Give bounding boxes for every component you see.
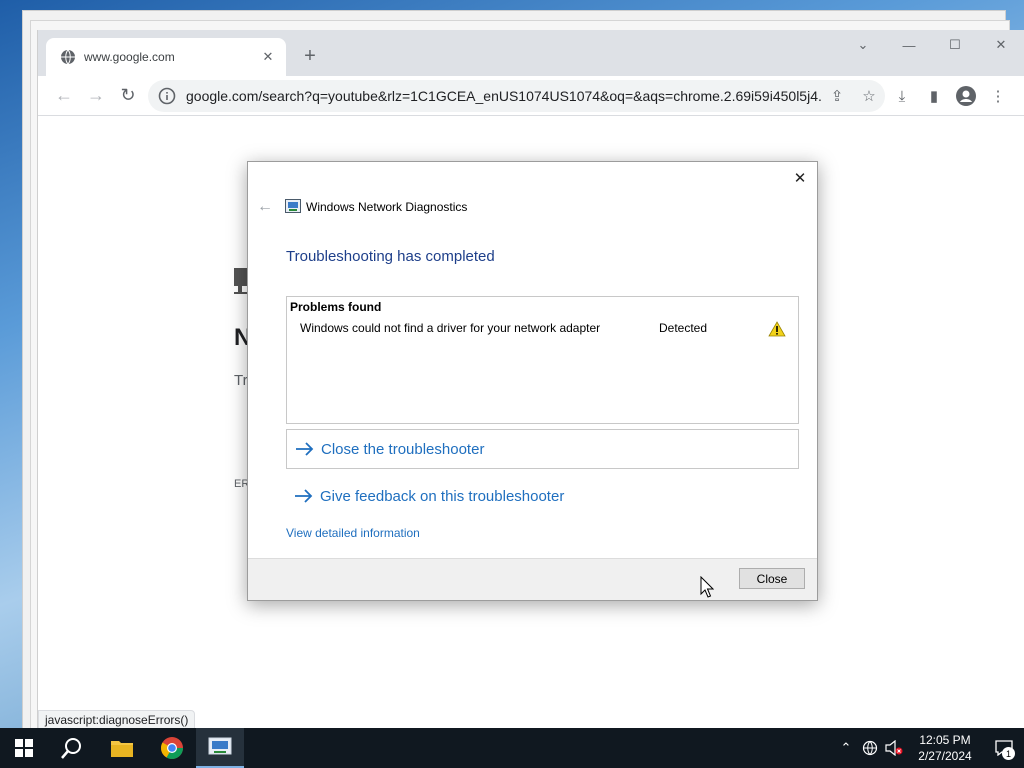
bookmark-star-icon[interactable]: ☆ bbox=[853, 82, 885, 110]
close-window-icon[interactable]: ✕ bbox=[978, 30, 1024, 60]
browser-toolbar: ← → ↻ google.com/search?q=youtube&rlz=1C… bbox=[38, 76, 1024, 116]
arrow-right-icon bbox=[296, 442, 314, 456]
volume-muted-icon[interactable] bbox=[882, 728, 906, 768]
maximize-icon[interactable]: ☐ bbox=[932, 30, 978, 60]
folder-icon bbox=[111, 741, 133, 757]
tab-title: www.google.com bbox=[84, 50, 175, 64]
taskbar: ⌃ 12:05 PM 2/27/2024 1 bbox=[0, 728, 1024, 768]
start-button[interactable] bbox=[0, 728, 48, 768]
problem-status: Detected bbox=[659, 321, 708, 335]
notification-center-button[interactable]: 1 bbox=[984, 728, 1024, 768]
share-icon[interactable]: ⇪ bbox=[821, 82, 853, 110]
arrow-right-icon bbox=[295, 489, 313, 503]
tab-strip: www.google.com ✕ + ⌄ — ☐ ✕ bbox=[38, 30, 1024, 76]
action-label: Give feedback on this troubleshooter bbox=[320, 487, 565, 505]
give-feedback-link[interactable]: Give feedback on this troubleshooter bbox=[286, 476, 799, 516]
close-icon[interactable]: ✕ bbox=[789, 167, 811, 189]
network-diagnostics-taskbar-button[interactable] bbox=[196, 728, 244, 768]
view-detailed-information-link[interactable]: View detailed information bbox=[286, 526, 420, 540]
clock-date: 2/27/2024 bbox=[918, 749, 972, 763]
clock[interactable]: 12:05 PM 2/27/2024 bbox=[906, 732, 984, 764]
network-diagnostics-icon bbox=[285, 199, 301, 213]
download-icon[interactable]: ⤓ bbox=[886, 80, 918, 112]
address-bar[interactable]: google.com/search?q=youtube&rlz=1C1GCEA_… bbox=[148, 80, 885, 112]
network-globe-icon[interactable] bbox=[858, 728, 882, 768]
windows-logo-icon bbox=[15, 739, 33, 757]
chevron-up-icon[interactable]: ⌃ bbox=[834, 728, 858, 768]
status-bubble: javascript:diagnoseErrors() bbox=[38, 710, 196, 729]
dialog-title: Windows Network Diagnostics bbox=[306, 200, 468, 214]
problems-list: Problems found Windows could not find a … bbox=[286, 296, 799, 424]
window-controls: ⌄ — ☐ ✕ bbox=[840, 30, 1024, 60]
clock-time: 12:05 PM bbox=[919, 733, 971, 747]
network-diagnostics-dialog: ✕ ← Windows Network Diagnostics Troubles… bbox=[247, 161, 818, 601]
system-tray: ⌃ 12:05 PM 2/27/2024 1 bbox=[834, 728, 1024, 768]
new-tab-icon[interactable]: + bbox=[298, 44, 322, 68]
chrome-icon bbox=[161, 737, 183, 759]
list-item[interactable]: Windows could not find a driver for your… bbox=[287, 319, 798, 339]
profile-avatar-icon[interactable] bbox=[950, 80, 982, 112]
problems-title: Problems found bbox=[290, 300, 382, 314]
url-text: google.com/search?q=youtube&rlz=1C1GCEA_… bbox=[186, 88, 821, 104]
minimize-icon[interactable]: — bbox=[886, 30, 932, 60]
search-icon bbox=[61, 738, 81, 759]
browser-tab[interactable]: www.google.com ✕ bbox=[46, 38, 286, 76]
dialog-footer: Close bbox=[248, 558, 817, 600]
warning-icon bbox=[768, 321, 786, 337]
close-tab-icon[interactable]: ✕ bbox=[260, 49, 276, 65]
globe-icon bbox=[60, 49, 76, 65]
close-button[interactable]: Close bbox=[739, 568, 805, 589]
search-button[interactable] bbox=[48, 728, 96, 768]
notification-badge: 1 bbox=[1002, 747, 1015, 760]
mouse-cursor-icon bbox=[700, 576, 714, 598]
tab-search-icon[interactable]: ⌄ bbox=[840, 30, 886, 60]
forward-icon[interactable]: → bbox=[80, 80, 112, 112]
info-icon[interactable] bbox=[158, 87, 176, 105]
back-arrow-icon[interactable]: ← bbox=[256, 198, 274, 216]
action-label: Close the troubleshooter bbox=[321, 440, 485, 458]
back-icon[interactable]: ← bbox=[48, 80, 80, 112]
side-panel-icon[interactable]: ▮ bbox=[918, 80, 950, 112]
problem-description: Windows could not find a driver for your… bbox=[300, 321, 601, 335]
dialog-heading: Troubleshooting has completed bbox=[286, 248, 495, 265]
network-diagnostics-icon bbox=[208, 737, 232, 755]
reload-icon[interactable]: ↻ bbox=[112, 80, 144, 112]
file-explorer-button[interactable] bbox=[98, 728, 146, 768]
chrome-button[interactable] bbox=[148, 728, 196, 768]
menu-kebab-icon[interactable]: ⋮ bbox=[982, 80, 1014, 112]
close-troubleshooter-link[interactable]: Close the troubleshooter bbox=[286, 429, 799, 469]
